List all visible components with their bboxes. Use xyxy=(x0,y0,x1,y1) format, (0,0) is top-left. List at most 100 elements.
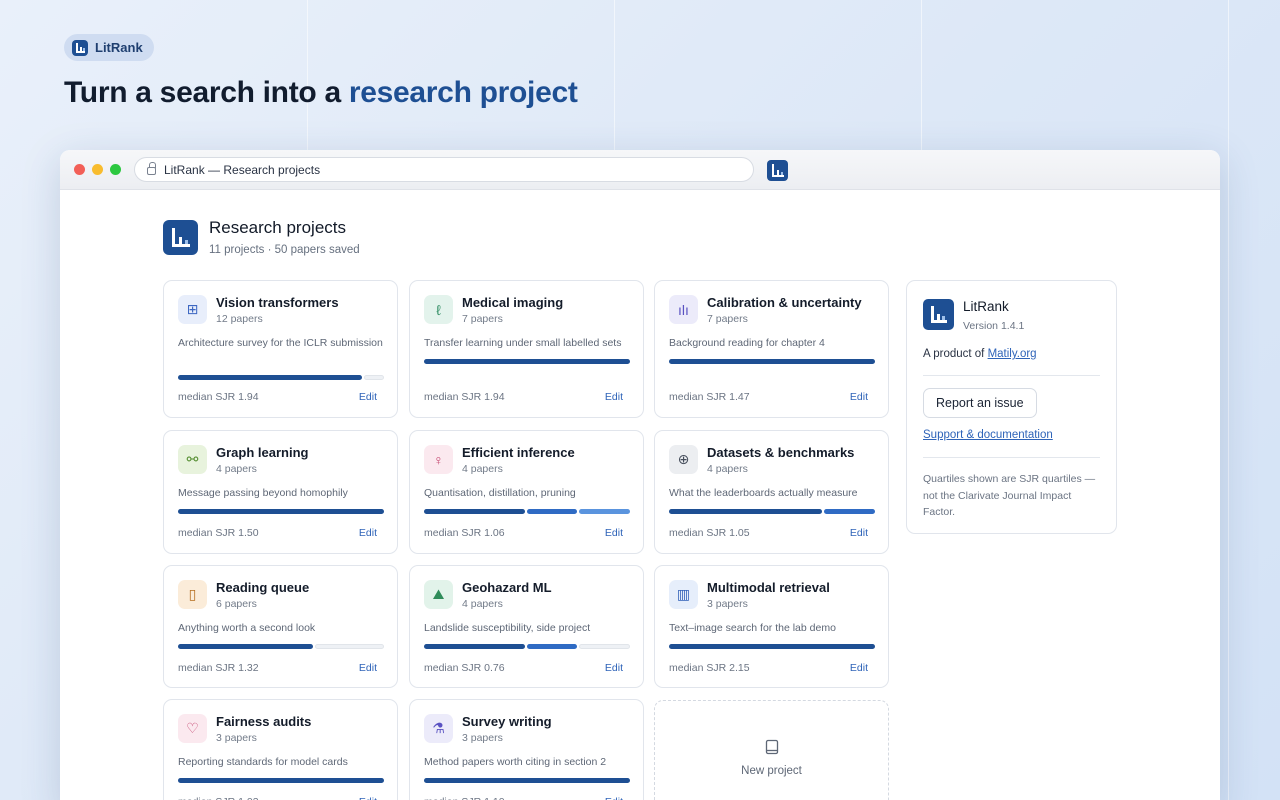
project-card[interactable]: ılı Calibration & uncertainty 7 papers Back… xyxy=(654,280,889,418)
edit-project-link[interactable]: Edit xyxy=(605,796,623,800)
median-sjr: median SJR 1.94 xyxy=(424,391,505,403)
project-paper-count: 3 papers xyxy=(216,732,257,744)
project-description: Method papers worth citing in section 2 xyxy=(424,756,607,768)
page-content: Research projects 11 projects · 50 paper… xyxy=(60,190,1220,800)
brand-name: LitRank xyxy=(95,40,143,55)
edit-project-link[interactable]: Edit xyxy=(359,796,377,800)
project-name: Datasets & benchmarks xyxy=(707,445,855,460)
page-title: Research projects xyxy=(209,218,347,237)
project-paper-count: 3 papers xyxy=(707,598,748,610)
quartile-bar xyxy=(669,509,875,514)
project-description: What the leaderboards actually measure xyxy=(669,487,858,499)
quartile-bar xyxy=(424,778,630,783)
bar-segment xyxy=(424,778,630,783)
bar-track xyxy=(314,644,384,649)
litrank-logo-icon xyxy=(72,39,88,56)
quartiles-note: Quartiles shown are SJR quartiles — not … xyxy=(923,473,1096,518)
project-paper-count: 4 papers xyxy=(462,598,503,610)
edit-project-link[interactable]: Edit xyxy=(359,391,377,403)
background-line xyxy=(307,0,308,150)
edit-project-link[interactable]: Edit xyxy=(850,527,868,539)
flask-icon: ⚗ xyxy=(424,714,453,743)
bar-segment xyxy=(669,359,875,364)
about-product: A product of Matily.org xyxy=(923,348,1037,360)
address-bar[interactable]: LitRank — Research projects xyxy=(134,157,754,182)
page-subtitle: 11 projects · 50 papers saved xyxy=(209,244,360,256)
heart-icon: ♡ xyxy=(178,714,207,743)
quartile-bar xyxy=(424,359,630,364)
project-paper-count: 6 papers xyxy=(216,598,257,610)
minimize-window-button[interactable] xyxy=(92,164,103,175)
median-sjr: median SJR 2.15 xyxy=(669,662,750,674)
litrank-logo-icon xyxy=(163,220,198,255)
edit-project-link[interactable]: Edit xyxy=(605,391,623,403)
quartile-bar xyxy=(424,509,630,514)
bar-track xyxy=(578,644,630,649)
project-card[interactable]: ⚗ Survey writing 3 papers Method papers wor… xyxy=(409,699,644,800)
bar-segment xyxy=(669,509,822,514)
project-description: Anything worth a second look xyxy=(178,622,316,634)
project-card[interactable]: ⚯ Graph learning 4 papers Message passing b… xyxy=(163,430,398,554)
project-card[interactable]: ⊞ Vision transformers 12 papers Architectur… xyxy=(163,280,398,418)
page-header: Research projects 11 projects · 50 paper… xyxy=(163,218,360,256)
project-card[interactable]: ♡ Fairness audits 3 papers Reporting standa… xyxy=(163,699,398,800)
bar-segment xyxy=(578,509,630,514)
median-sjr: median SJR 1.32 xyxy=(178,662,259,674)
edit-project-link[interactable]: Edit xyxy=(605,527,623,539)
background-line xyxy=(614,0,615,150)
median-sjr: median SJR 1.47 xyxy=(669,391,750,403)
divider xyxy=(923,375,1100,376)
edit-project-link[interactable]: Edit xyxy=(359,527,377,539)
book-icon: ▯ xyxy=(178,580,207,609)
bar-segment xyxy=(669,644,875,649)
project-description: Reporting standards for model cards xyxy=(178,756,348,768)
edit-project-link[interactable]: Edit xyxy=(605,662,623,674)
project-paper-count: 7 papers xyxy=(707,313,748,325)
project-card[interactable]: ℓ Medical imaging 7 papers Transfer learnin… xyxy=(409,280,644,418)
edit-project-link[interactable]: Edit xyxy=(850,391,868,403)
quartile-bar xyxy=(178,778,384,783)
matily-link[interactable]: Matily.org xyxy=(988,348,1037,360)
quartile-bar xyxy=(178,509,384,514)
project-card[interactable]: ▥ Multimodal retrieval 3 papers Text–image … xyxy=(654,565,889,688)
project-name: Vision transformers xyxy=(216,295,339,310)
new-project-button[interactable]: New project xyxy=(654,700,889,800)
project-card[interactable]: ⛰ Geohazard ML 4 papers Landslide susceptib… xyxy=(409,565,644,688)
project-card[interactable]: ♀ Efficient inference 4 papers Quantisation… xyxy=(409,430,644,554)
project-card[interactable]: ⊕ Datasets & benchmarks 4 papers What the l… xyxy=(654,430,889,554)
lightbulb-icon: ♀ xyxy=(424,445,453,474)
headline-text: Turn a search into a xyxy=(64,76,349,109)
report-issue-button[interactable]: Report an issue xyxy=(923,388,1037,418)
project-description: Text–image search for the lab demo xyxy=(669,622,836,634)
project-name: Survey writing xyxy=(462,714,552,729)
edit-project-link[interactable]: Edit xyxy=(359,662,377,674)
median-sjr: median SJR 1.06 xyxy=(424,527,505,539)
project-paper-count: 4 papers xyxy=(462,463,503,475)
support-documentation-link[interactable]: Support & documentation xyxy=(923,429,1053,441)
address-text: LitRank — Research projects xyxy=(164,162,321,177)
litrank-extension-icon[interactable] xyxy=(767,160,788,181)
headline-accent: research project xyxy=(348,76,578,109)
median-sjr: median SJR 0.76 xyxy=(424,662,505,674)
mountain-icon: ⛰ xyxy=(424,580,453,609)
maximize-window-button[interactable] xyxy=(110,164,121,175)
project-name: Graph learning xyxy=(216,445,309,460)
project-card[interactable]: ▯ Reading queue 6 papers Anything worth a s… xyxy=(163,565,398,688)
globe-icon: ⊕ xyxy=(669,445,698,474)
bar-chart-icon: ılı xyxy=(669,295,698,324)
bar-track xyxy=(364,375,384,380)
browser-window: LitRank — Research projects Research pro… xyxy=(60,150,1220,800)
new-project-label: New project xyxy=(741,765,802,777)
project-name: Reading queue xyxy=(216,580,310,595)
median-sjr: median SJR 1.03 xyxy=(178,796,259,800)
edit-project-link[interactable]: Edit xyxy=(850,662,868,674)
bar-segment xyxy=(527,509,577,514)
project-description: Message passing beyond homophily xyxy=(178,487,348,499)
browser-titlebar: LitRank — Research projects xyxy=(60,150,1220,190)
close-window-button[interactable] xyxy=(74,164,85,175)
median-sjr: median SJR 1.94 xyxy=(178,391,259,403)
divider xyxy=(923,457,1100,458)
project-name: Calibration & uncertainty xyxy=(707,295,862,310)
project-description: Background reading for chapter 4 xyxy=(669,337,825,349)
project-paper-count: 7 papers xyxy=(462,313,503,325)
